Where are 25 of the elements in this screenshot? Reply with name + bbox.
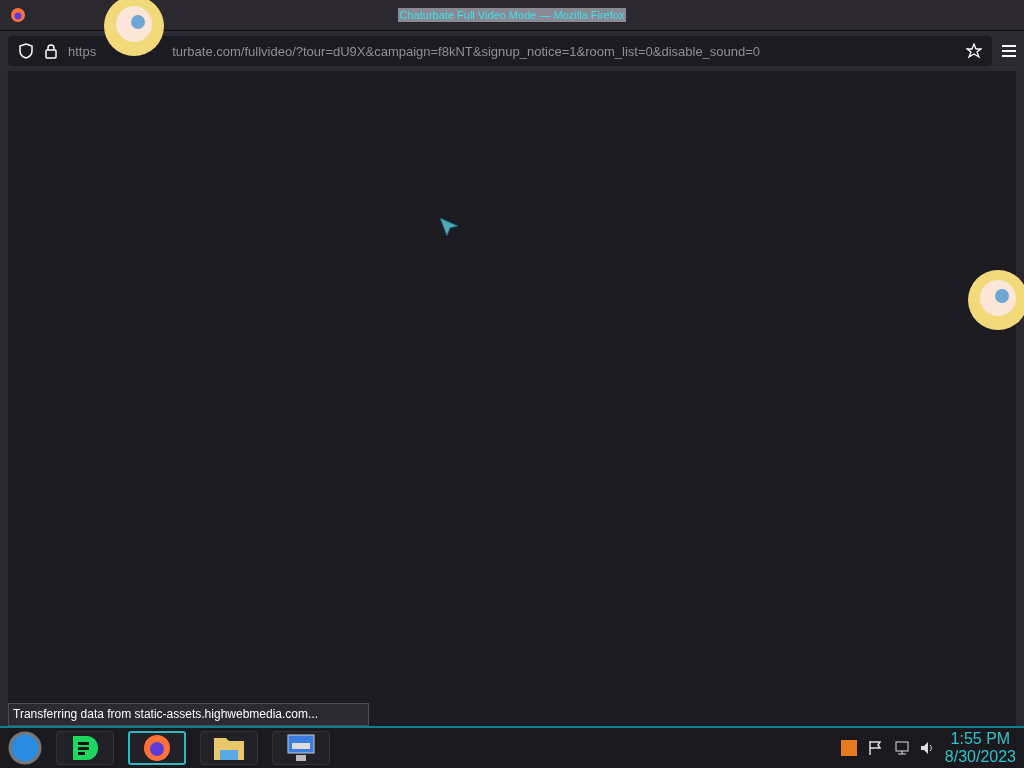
flag-icon[interactable] bbox=[866, 740, 883, 756]
url-text: turbate.com/fullvideo/?tour=dU9X&campaign=f8kNT&signup_notice=1&room_list=0&disable_sound=0 bbox=[172, 43, 761, 59]
menu-icon[interactable] bbox=[1002, 45, 1016, 57]
star-icon[interactable] bbox=[966, 43, 982, 59]
shield-icon[interactable] bbox=[18, 43, 34, 59]
clock-date: 8/30/2023 bbox=[944, 748, 1016, 766]
browser-icon bbox=[142, 733, 172, 763]
taskbar-button[interactable] bbox=[200, 731, 258, 765]
browser-icon bbox=[10, 7, 26, 23]
chat-app-icon bbox=[70, 734, 100, 762]
lock-icon[interactable] bbox=[44, 43, 58, 59]
cursor-icon bbox=[438, 216, 460, 238]
status-text: Transferring data from static-assets.highwebmedia.com... bbox=[8, 703, 369, 726]
url-text: https bbox=[68, 43, 97, 59]
address-field[interactable]: https turbate.com/fullvideo/?tour=dU9X&campaign=f8kNT&signup_notice=1&room_list=0&disable_sound=0 bbox=[8, 36, 992, 66]
taskbar-button[interactable] bbox=[272, 731, 330, 765]
clock-time: 1:55 PM bbox=[950, 730, 1011, 748]
start-orb-icon[interactable] bbox=[8, 731, 42, 765]
taskbar-button[interactable] bbox=[56, 731, 114, 765]
speaker-icon[interactable] bbox=[918, 740, 935, 756]
window-title: Chaturbate Full Video Mode — Mozilla Firefox bbox=[397, 8, 627, 22]
computer-icon bbox=[284, 733, 318, 763]
taskbar-button[interactable] bbox=[128, 731, 186, 765]
network-icon[interactable] bbox=[892, 740, 909, 756]
clock[interactable]: 1:55 PM 8/30/2023 bbox=[944, 730, 1016, 766]
